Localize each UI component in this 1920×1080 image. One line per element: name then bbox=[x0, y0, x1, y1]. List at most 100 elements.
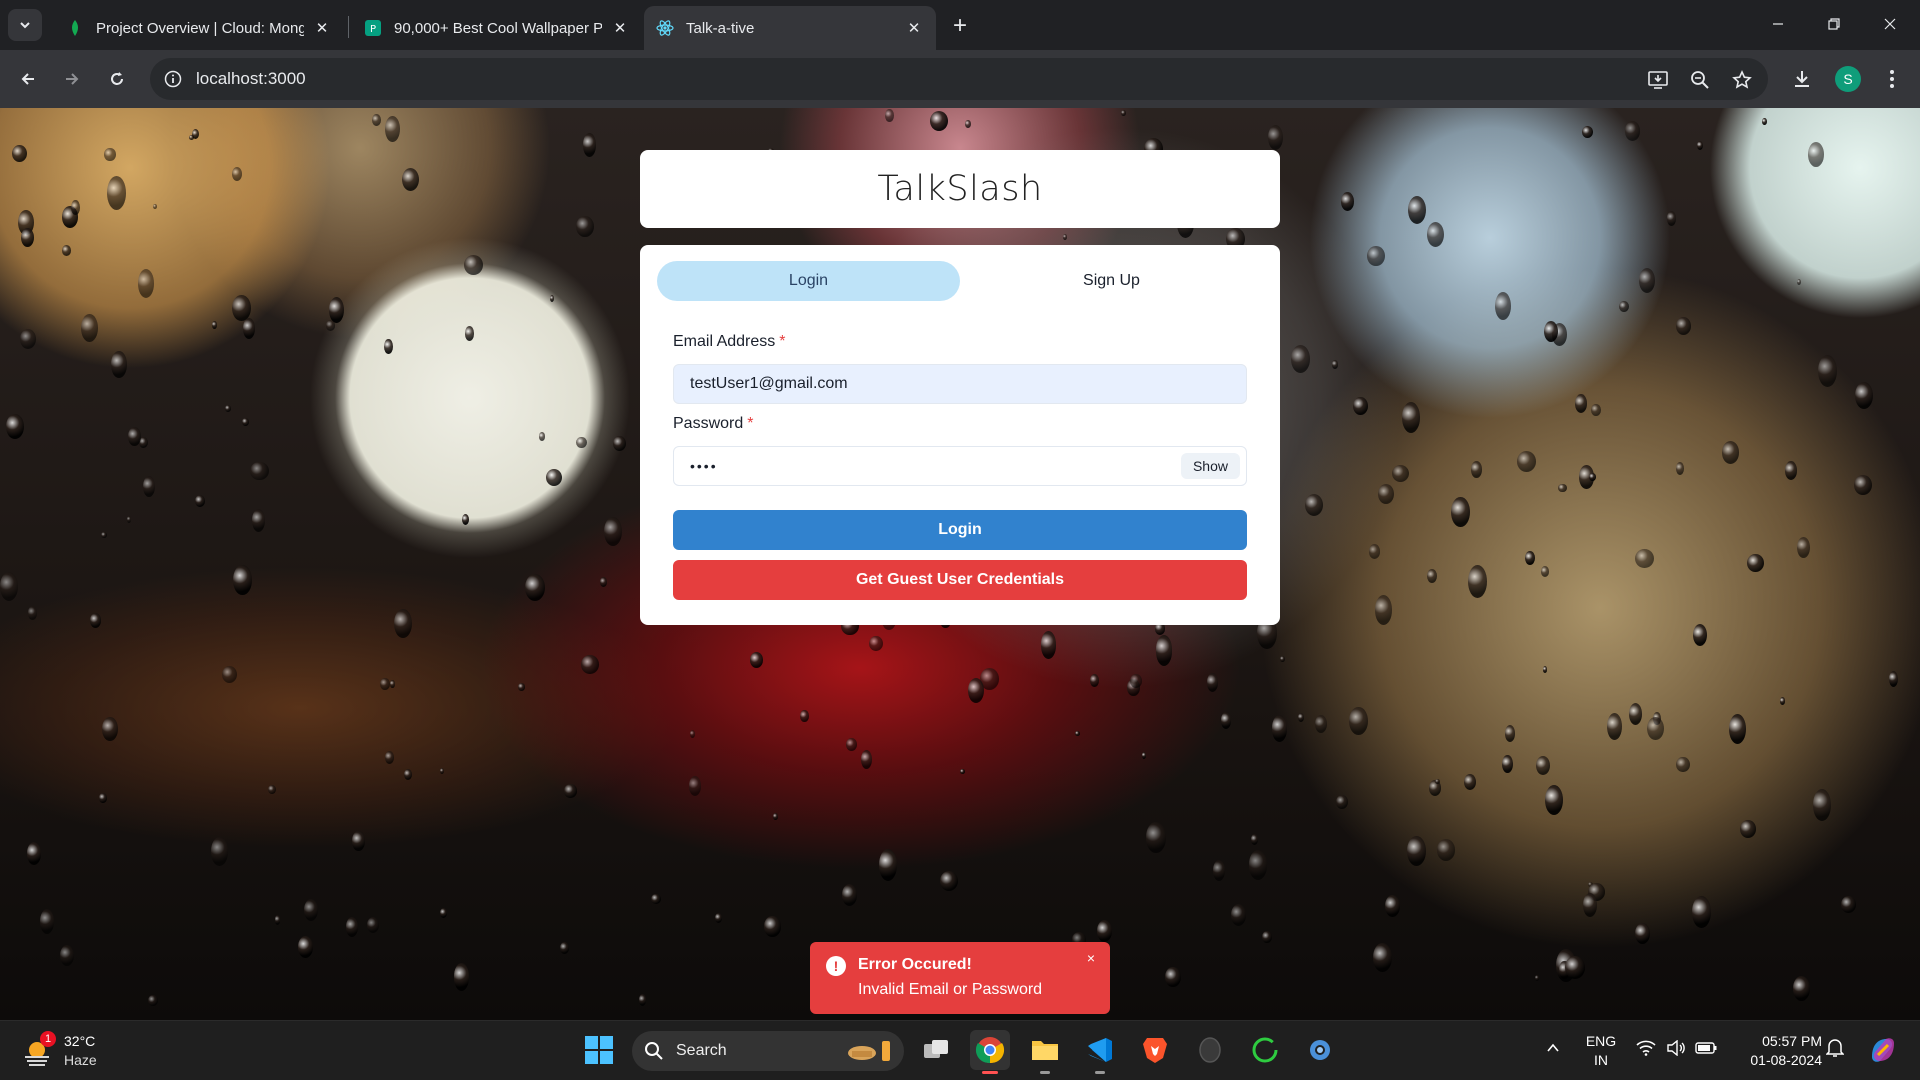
address-bar[interactable]: localhost:3000 bbox=[150, 58, 1768, 100]
taskbar-vscode[interactable] bbox=[1080, 1030, 1120, 1074]
rain-drop bbox=[1535, 756, 1550, 776]
rain-drop bbox=[1129, 673, 1143, 688]
page-viewport: TalkSlash Login Sign Up Email Address * t… bbox=[0, 108, 1920, 1020]
taskbar-app-dark[interactable] bbox=[1190, 1030, 1230, 1070]
rain-drop bbox=[1574, 394, 1588, 414]
reload-button[interactable] bbox=[101, 63, 133, 95]
email-field[interactable]: testUser1@gmail.com bbox=[673, 364, 1247, 404]
zoom-icon[interactable] bbox=[1688, 68, 1712, 92]
rain-drop bbox=[401, 167, 419, 191]
guest-credentials-button[interactable]: Get Guest User Credentials bbox=[673, 560, 1247, 600]
mongodb-leaf-icon bbox=[66, 19, 84, 37]
notification-bell-icon[interactable] bbox=[1822, 1035, 1848, 1061]
close-icon[interactable]: ✕ bbox=[904, 18, 924, 38]
rain-drop bbox=[1331, 360, 1339, 370]
more-vertical-icon bbox=[1890, 70, 1894, 88]
rain-drop bbox=[0, 572, 19, 602]
clock-time: 05:57 PM bbox=[1762, 1033, 1822, 1049]
new-tab-button[interactable]: + bbox=[946, 12, 974, 40]
rain-drop bbox=[242, 317, 256, 340]
copilot-icon[interactable] bbox=[1866, 1033, 1900, 1067]
show-password-button[interactable]: Show bbox=[1180, 453, 1240, 479]
minimize-button[interactable] bbox=[1750, 0, 1806, 48]
rain-drop bbox=[1647, 717, 1664, 741]
rain-drop bbox=[89, 613, 101, 629]
rain-drop bbox=[463, 255, 483, 276]
running-indicator bbox=[1040, 1071, 1050, 1074]
toast-close-button[interactable]: × bbox=[1082, 949, 1100, 967]
weather-widget[interactable]: 1 32°C Haze bbox=[22, 1031, 142, 1071]
rain-drop bbox=[19, 328, 37, 349]
rain-drop bbox=[453, 963, 470, 991]
login-button[interactable]: Login bbox=[673, 510, 1247, 550]
wifi-icon[interactable] bbox=[1633, 1035, 1659, 1061]
rain-drop bbox=[1121, 109, 1126, 116]
tab-signup[interactable]: Sign Up bbox=[960, 261, 1263, 301]
rain-drop bbox=[1888, 670, 1898, 687]
rain-drop bbox=[1796, 278, 1802, 286]
rain-drop bbox=[242, 418, 250, 427]
rain-drop bbox=[604, 516, 622, 546]
browser-tab-mongodb[interactable]: Project Overview | Cloud: MongoDB Cloud … bbox=[54, 6, 344, 50]
taskbar-chrome[interactable] bbox=[970, 1030, 1010, 1074]
rain-drop bbox=[1618, 300, 1629, 313]
rain-drop bbox=[750, 651, 764, 668]
url-text[interactable]: localhost:3000 bbox=[196, 69, 306, 89]
react-icon bbox=[656, 19, 674, 37]
rain-drop bbox=[102, 716, 118, 741]
rain-drop bbox=[1248, 849, 1268, 880]
rain-drop bbox=[1676, 462, 1685, 476]
volume-icon[interactable] bbox=[1663, 1035, 1689, 1061]
rain-drop bbox=[345, 917, 358, 938]
close-icon[interactable]: ✕ bbox=[610, 18, 630, 38]
rain-drop bbox=[639, 994, 647, 1006]
restore-button[interactable] bbox=[1806, 0, 1862, 48]
browser-tab-talkative[interactable]: Talk-a-tive ✕ bbox=[644, 6, 936, 50]
install-app-icon[interactable] bbox=[1646, 68, 1670, 92]
rain-drop bbox=[846, 737, 858, 751]
close-icon[interactable]: ✕ bbox=[312, 18, 332, 38]
tab-title: 90,000+ Best Cool Wallpaper Photos bbox=[394, 19, 602, 37]
rain-drop bbox=[462, 514, 470, 526]
back-button[interactable] bbox=[12, 63, 44, 95]
taskbar-task-view[interactable] bbox=[916, 1030, 956, 1070]
tray-overflow-button[interactable] bbox=[1540, 1035, 1566, 1061]
windows-start-icon[interactable] bbox=[584, 1035, 614, 1065]
tab-login[interactable]: Login bbox=[657, 261, 960, 301]
password-field[interactable]: •••• Show bbox=[673, 446, 1247, 486]
bookmark-star-icon[interactable] bbox=[1730, 68, 1754, 92]
browser-menu-button[interactable] bbox=[1878, 65, 1906, 93]
error-toast: ! Error Occured! Invalid Email or Passwo… bbox=[810, 942, 1110, 1014]
search-label: Search bbox=[676, 1042, 727, 1059]
rain-drop bbox=[772, 812, 778, 821]
input-language-indicator[interactable]: ENG IN bbox=[1583, 1032, 1619, 1070]
rain-drop bbox=[800, 710, 809, 723]
browser-tab-pexels[interactable]: P 90,000+ Best Cool Wallpaper Photos ✕ bbox=[352, 6, 642, 50]
rain-drop bbox=[20, 227, 34, 247]
battery-icon[interactable] bbox=[1693, 1035, 1719, 1061]
svg-text:P: P bbox=[370, 24, 376, 35]
required-mark: * bbox=[747, 415, 754, 432]
rain-drop bbox=[1589, 473, 1596, 482]
taskbar-search[interactable]: Search bbox=[632, 1031, 904, 1071]
rain-drop bbox=[1463, 773, 1476, 790]
site-info-icon[interactable] bbox=[162, 68, 184, 90]
forward-button[interactable] bbox=[56, 63, 88, 95]
rain-drop bbox=[1565, 956, 1585, 979]
taskbar-app-green[interactable] bbox=[1245, 1030, 1285, 1070]
system-clock[interactable]: 05:57 PM 01-08-2024 bbox=[1732, 1032, 1822, 1070]
rain-drop bbox=[1467, 564, 1487, 598]
rain-drop bbox=[576, 436, 587, 449]
close-window-button[interactable] bbox=[1862, 0, 1918, 48]
downloads-button[interactable] bbox=[1788, 65, 1816, 93]
tab-search-button[interactable] bbox=[8, 9, 42, 41]
email-label-text: Email Address bbox=[673, 333, 776, 350]
chrome-icon bbox=[975, 1037, 1005, 1064]
rain-drop bbox=[384, 338, 393, 354]
profile-avatar[interactable]: S bbox=[1835, 66, 1861, 92]
taskbar-settings[interactable] bbox=[1300, 1030, 1340, 1070]
taskbar-brave[interactable] bbox=[1135, 1030, 1175, 1070]
rain-drop bbox=[581, 654, 599, 674]
rain-drop bbox=[1540, 565, 1550, 577]
taskbar-file-explorer[interactable] bbox=[1025, 1030, 1065, 1074]
